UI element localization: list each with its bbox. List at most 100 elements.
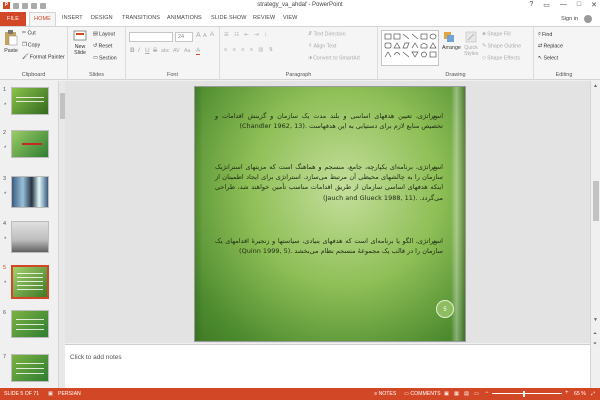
slide-thumbnail[interactable] (11, 310, 49, 338)
account-avatar-icon[interactable] (584, 15, 592, 23)
slide-thumbnails-panel: 1 * 2 * 3 * 4 * 5 * 6 7 (0, 81, 58, 388)
align-buttons[interactable]: ≡ ≡ ≡ ≡ ▥ ⇅ (224, 47, 275, 53)
paste-button[interactable]: Paste (3, 30, 19, 54)
change-case-button[interactable]: Aa (184, 48, 190, 54)
slide-thumbnail[interactable] (11, 87, 49, 115)
zoom-in-button[interactable]: + (565, 390, 569, 396)
next-slide-icon[interactable]: ⏷ (593, 341, 597, 347)
reset-button[interactable]: ↺Reset (93, 43, 112, 49)
select-button[interactable]: ↖Select (538, 55, 558, 61)
tab-view[interactable]: VIEW (283, 15, 297, 21)
slide-thumbnail[interactable] (11, 221, 49, 253)
previous-slide-icon[interactable]: ⏶ (593, 331, 597, 337)
thumbnail-number: 6 (3, 310, 7, 316)
fit-to-window-icon[interactable]: ⤢ (591, 391, 595, 398)
slide-paragraph-1[interactable]: o استراتژی، تعیین هدفهای اساسی و بلند مد… (215, 111, 443, 131)
layout-button[interactable]: ▤Layout (93, 31, 115, 37)
normal-view-icon[interactable]: ▣ (444, 391, 449, 397)
notes-pane[interactable]: Click to add notes (65, 344, 590, 388)
clear-formatting-button[interactable]: A (210, 32, 214, 38)
strikethrough-button[interactable]: S (153, 47, 157, 54)
align-text-button[interactable]: ⇳Align Text (308, 43, 336, 49)
help-button[interactable]: ? (529, 1, 533, 9)
slide-thumbnail[interactable] (11, 130, 49, 158)
maximize-button[interactable]: □ (577, 1, 581, 9)
slides-group-label: Slides (89, 72, 104, 78)
quick-styles-button[interactable]: Quick Styles (464, 31, 478, 57)
smartart-label: Convert to SmartArt (313, 55, 360, 62)
editor-scrollbar-thumb[interactable] (593, 181, 599, 221)
language-indicator[interactable]: PERSIAN (58, 391, 81, 397)
minimize-button[interactable]: — (560, 1, 567, 9)
arrange-icon (444, 32, 454, 42)
list-buttons[interactable]: ☰ ☷ ⇤ ⇥ ↕ (224, 32, 269, 38)
section-button[interactable]: ▭Section (93, 55, 117, 61)
arrange-button[interactable]: Arrange (442, 31, 461, 51)
replace-button[interactable]: ⇄Replace (538, 43, 563, 49)
text-shadow-button[interactable]: abc (161, 48, 170, 54)
editing-group: ⌕Find ⇄Replace ↖Select Editing (534, 27, 594, 80)
reading-view-icon[interactable]: ▤ (464, 391, 469, 397)
tab-design[interactable]: DESIGN (91, 15, 113, 21)
copy-button[interactable]: ❐Copy (22, 42, 40, 48)
find-button[interactable]: ⌕Find (538, 31, 552, 38)
bullet-icon: o (432, 114, 437, 122)
notes-toggle[interactable]: ≡ NOTES (374, 391, 396, 397)
zoom-slider[interactable] (492, 393, 562, 394)
zoom-slider-handle[interactable] (523, 391, 525, 397)
tab-insert[interactable]: INSERT (62, 15, 83, 21)
notes-placeholder[interactable]: Click to add notes (70, 354, 122, 361)
sign-in-link[interactable]: Sign in (561, 16, 578, 22)
select-arrow-icon: ↖ (538, 55, 543, 61)
convert-smartart-button[interactable]: ⬗Convert to SmartArt (308, 55, 360, 61)
tab-review[interactable]: REVIEW (253, 15, 275, 21)
italic-button[interactable]: I (138, 47, 140, 54)
slide-thumbnail[interactable] (11, 176, 49, 208)
slideshow-view-icon[interactable]: ▭ (474, 391, 479, 397)
cut-button[interactable]: ✂Cut (22, 30, 36, 36)
section-label: Section (99, 55, 117, 62)
new-slide-button[interactable]: New Slide (71, 30, 89, 56)
shapes-gallery[interactable] (381, 30, 439, 66)
scroll-down-icon[interactable]: ▼ (593, 317, 598, 323)
animation-star-icon: * (4, 192, 7, 198)
zoom-out-button[interactable]: − (485, 390, 489, 396)
spell-check-icon[interactable]: ▣ (48, 391, 53, 397)
drawing-group-label: Drawing (445, 72, 466, 78)
tab-transitions[interactable]: TRANSITIONS (122, 15, 160, 21)
clipboard-group: Paste ✂Cut ❐Copy 🖌Format Painter Clipboa… (0, 27, 68, 80)
shape-fill-button[interactable]: ◈Shape Fill (482, 31, 511, 37)
current-slide[interactable]: o استراتژی، تعیین هدفهای اساسی و بلند مد… (194, 86, 466, 342)
font-color-button[interactable]: A (196, 47, 201, 55)
tab-home[interactable]: HOME (29, 12, 56, 26)
format-painter-button[interactable]: 🖌Format Painter (22, 54, 65, 60)
slide-thumbnail-selected[interactable] (11, 265, 49, 299)
bold-button[interactable]: B (130, 47, 135, 54)
shape-effects-button[interactable]: ◇Shape Effects (482, 55, 520, 61)
scroll-up-icon[interactable]: ▲ (593, 83, 598, 89)
character-spacing-button[interactable]: AV (173, 48, 180, 54)
font-name-input[interactable] (129, 32, 173, 42)
thumbnail-scrollbar[interactable] (58, 81, 65, 388)
tab-file[interactable]: FILE (0, 12, 26, 26)
ribbon-display-button[interactable]: ▭ (543, 1, 550, 9)
slide-paragraph-3[interactable]: o استراتژی، الگو یا برنامه‌ای است که هدف… (215, 236, 443, 256)
zoom-level[interactable]: 65 % (574, 391, 586, 397)
comments-toggle[interactable]: ▭ COMMENTS (404, 391, 441, 397)
slide-thumbnail[interactable] (11, 354, 49, 382)
slide-paragraph-2[interactable]: o استراتژی، برنامه‌ای یکپارچه، جامع، منس… (215, 162, 443, 203)
text-direction-button[interactable]: ⇵Text Direction (308, 31, 346, 37)
shape-outline-button[interactable]: ✎Shape Outline (482, 43, 521, 49)
editor-scrollbar[interactable]: ▲ ▼ ⏶ ⏷ (590, 81, 600, 388)
close-button[interactable]: ✕ (591, 1, 597, 9)
paint-bucket-icon: ◈ (482, 31, 487, 37)
slide-sorter-icon[interactable]: ▦ (454, 391, 459, 397)
font-size-input[interactable]: 24 (175, 32, 193, 42)
tab-slide-show[interactable]: SLIDE SHOW (211, 15, 247, 21)
tab-animations[interactable]: ANIMATIONS (167, 15, 202, 21)
layout-icon: ▤ (93, 31, 99, 37)
shrink-font-button[interactable]: A (203, 33, 207, 39)
grow-font-button[interactable]: A (196, 32, 201, 39)
underline-button[interactable]: U (145, 47, 150, 54)
animation-star-icon: * (4, 237, 7, 243)
